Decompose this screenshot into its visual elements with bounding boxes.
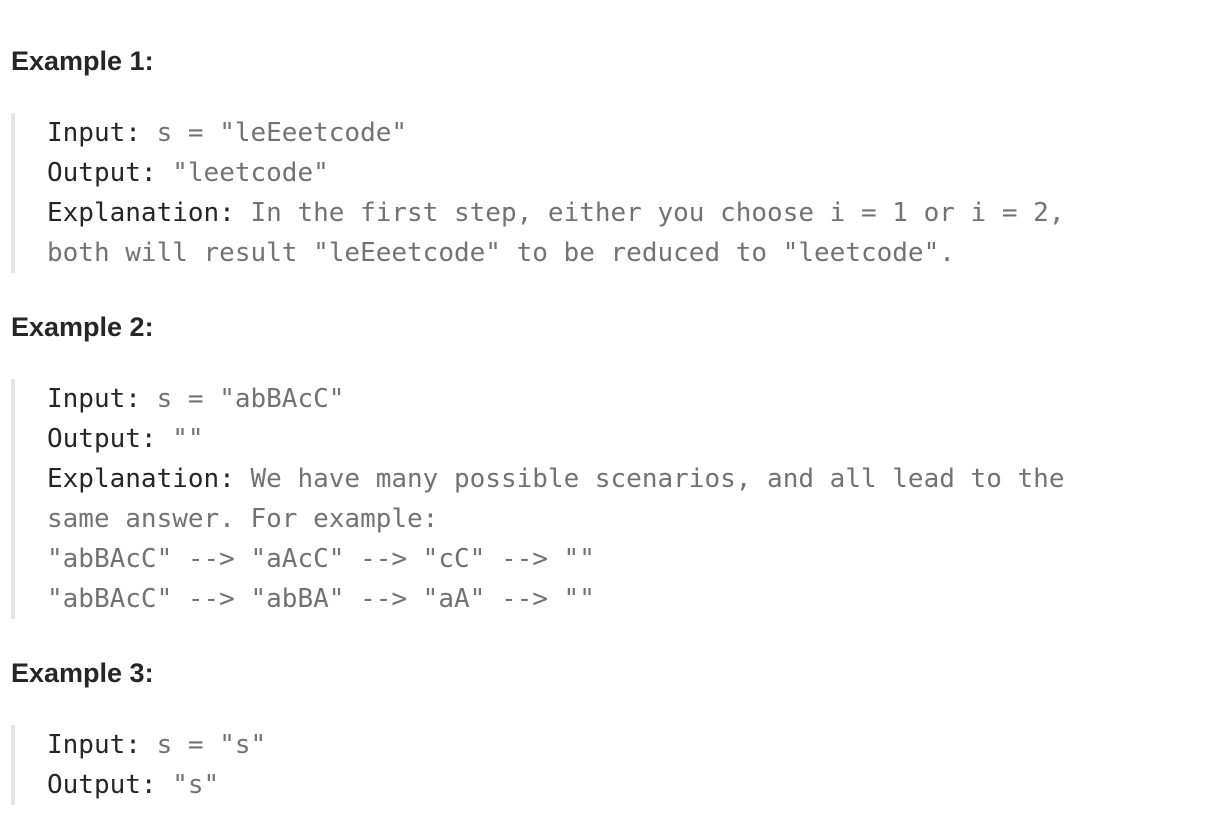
output-line: Output: "leetcode" <box>47 153 1191 193</box>
explanation-text: We have many possible scenarios, and all… <box>234 464 1065 494</box>
input-label: Input: <box>47 384 141 414</box>
input-value: s = "s" <box>140 730 267 760</box>
explanation-line: Explanation: We have many possible scena… <box>47 459 1191 499</box>
example-2-heading: Example 2: <box>11 312 154 342</box>
output-value: "leetcode" <box>156 158 329 188</box>
example-3-heading: Example 3: <box>11 658 154 688</box>
output-value: "" <box>156 424 204 454</box>
output-line: Output: "" <box>47 419 1191 459</box>
explanation-line: Explanation: In the first step, either y… <box>47 193 1191 233</box>
output-label: Output: <box>47 424 157 454</box>
explanation-text: In the first step, either you choose i =… <box>234 198 1065 228</box>
input-value: s = "leEeetcode" <box>140 118 408 148</box>
example-3-block: Input: s = "s" Output: "s" <box>11 725 1191 805</box>
input-line: Input: s = "leEeetcode" <box>47 113 1191 153</box>
input-line: Input: s = "abBAcC" <box>47 379 1191 419</box>
explanation-label: Explanation: <box>47 464 235 494</box>
example-1-block: Input: s = "leEeetcode" Output: "leetcod… <box>11 113 1191 273</box>
output-label: Output: <box>47 158 157 188</box>
input-label: Input: <box>47 118 141 148</box>
explanation-label: Explanation: <box>47 198 235 228</box>
input-label: Input: <box>47 730 141 760</box>
output-label: Output: <box>47 770 157 800</box>
example-2-block: Input: s = "abBAcC" Output: "" Explanati… <box>11 379 1191 619</box>
explanation-continuation: same answer. For example: <box>47 504 439 534</box>
output-value: "s" <box>156 770 220 800</box>
input-value: s = "abBAcC" <box>140 384 345 414</box>
output-line: Output: "s" <box>47 765 1191 805</box>
explanation-continuation: "abBAcC" --> "aAcC" --> "cC" --> "" <box>47 544 595 574</box>
example-1-heading: Example 1: <box>11 46 154 76</box>
explanation-continuation: both will result "leEeetcode" to be redu… <box>47 238 955 268</box>
explanation-continuation: "abBAcC" --> "abBA" --> "aA" --> "" <box>47 584 595 614</box>
input-line: Input: s = "s" <box>47 725 1191 765</box>
